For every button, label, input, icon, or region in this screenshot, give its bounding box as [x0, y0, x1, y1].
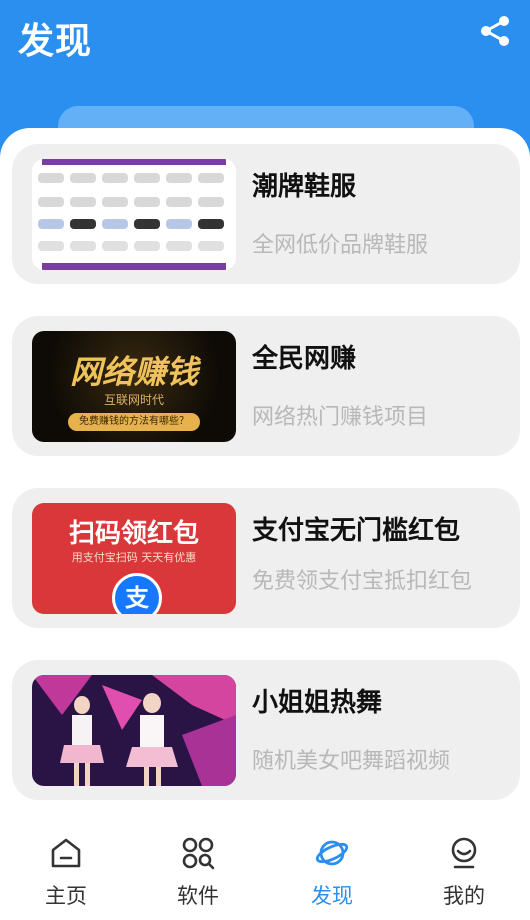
nav-item-discover[interactable]: 发现 [266, 828, 398, 920]
card-title: 全民网赚 [252, 344, 357, 374]
content-sheet: 潮牌鞋服 全网低价品牌鞋服 网络赚钱 互联网时代 免费赚钱的方法有哪些？ 全民网… [0, 128, 530, 828]
card-description: 网络热门赚钱项目 [252, 405, 429, 430]
card-alipay-redpacket[interactable]: 扫码领红包 用支付宝扫码 天天有优惠 支 支付宝无门槛红包 免费领支付宝抵扣红包 [12, 488, 520, 628]
card-thumbnail: 网络赚钱 互联网时代 免费赚钱的方法有哪些？ [32, 331, 236, 442]
card-title: 支付宝无门槛红包 [252, 516, 461, 546]
card-online-earning[interactable]: 网络赚钱 互联网时代 免费赚钱的方法有哪些？ 全民网赚 网络热门赚钱项目 [12, 316, 520, 456]
thumb-subline: 互联网时代 [103, 393, 164, 407]
thumb-subline: 用支付宝扫码 天天有优惠 [71, 551, 197, 564]
sneakers-catalog-image [32, 159, 236, 270]
card-thumbnail [32, 675, 236, 786]
alipay-logo-icon: 支 [112, 573, 162, 614]
bottom-nav: 主页 软件 发现 我的 [0, 828, 530, 920]
profile-icon [451, 837, 477, 869]
card-dance-video[interactable]: 小姐姐热舞 随机美女吧舞蹈视频 [12, 660, 520, 800]
nav-label: 发现 [311, 884, 353, 908]
dance-video-image [32, 675, 236, 786]
nav-item-profile[interactable]: 我的 [398, 828, 530, 920]
nav-item-apps[interactable]: 软件 [132, 828, 264, 920]
card-description: 免费领支付宝抵扣红包 [252, 569, 473, 594]
card-thumbnail [32, 159, 236, 270]
nav-label: 软件 [177, 884, 219, 908]
card-thumbnail: 扫码领红包 用支付宝扫码 天天有优惠 支 [32, 503, 236, 614]
share-icon[interactable] [478, 14, 512, 48]
nav-item-home[interactable]: 主页 [0, 828, 132, 920]
card-description: 随机美女吧舞蹈视频 [252, 749, 451, 774]
thumb-headline: 扫码领红包 [68, 519, 199, 549]
card-title: 小姐姐热舞 [252, 688, 383, 718]
nav-label: 主页 [45, 884, 87, 908]
home-icon [51, 838, 81, 868]
thumb-banner: 免费赚钱的方法有哪些？ [68, 413, 200, 431]
apps-icon [182, 837, 215, 870]
card-title: 潮牌鞋服 [252, 172, 357, 202]
page-title: 发现 [18, 21, 93, 62]
card-trendy-shoes[interactable]: 潮牌鞋服 全网低价品牌鞋服 [12, 144, 520, 284]
nav-label: 我的 [443, 884, 485, 908]
planet-icon [315, 840, 349, 866]
card-description: 全网低价品牌鞋服 [252, 233, 429, 258]
thumb-headline: 网络赚钱 [69, 353, 198, 391]
